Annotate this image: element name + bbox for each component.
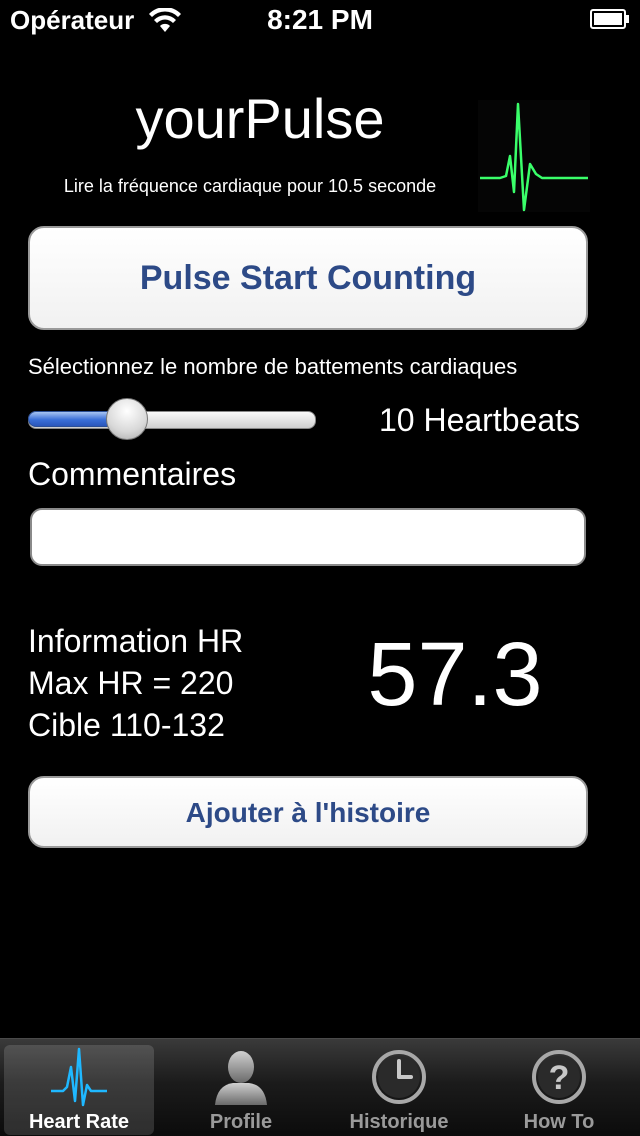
ecg-logo-icon	[478, 100, 590, 212]
comments-input[interactable]	[30, 508, 586, 566]
tab-how-to[interactable]: ? How To	[484, 1045, 634, 1135]
screen: Opérateur 8:21 PM yourPulse Lire la fréq…	[0, 0, 640, 1136]
heartbeats-value: 10 Heartbeats	[378, 402, 580, 438]
status-bar: Opérateur 8:21 PM	[0, 0, 640, 40]
add-to-history-button[interactable]: Ajouter à l'histoire	[28, 776, 588, 848]
comments-label: Commentaires	[28, 456, 237, 492]
tab-heart-rate[interactable]: Heart Rate	[4, 1045, 154, 1135]
tab-label: Profile	[209, 1111, 273, 1133]
tab-bar: Heart Rate Profile Historique ? How To	[0, 1038, 640, 1136]
question-icon: ?	[532, 1050, 586, 1104]
app-subtitle: Lire la fréquence cardiaque pour 10.5 se…	[63, 176, 437, 196]
tab-label: Historique	[349, 1111, 449, 1133]
tab-historique[interactable]: Historique	[324, 1045, 474, 1135]
heartbeats-label: Sélectionnez le nombre de battements car…	[28, 354, 518, 379]
target-hr-text: Cible 110-132	[28, 707, 225, 743]
tab-label: How To	[523, 1111, 595, 1133]
clock-icon	[372, 1050, 426, 1104]
battery-icon	[590, 9, 629, 29]
svg-text:?: ?	[549, 1059, 570, 1097]
max-hr-text: Max HR = 220	[28, 665, 234, 701]
slider-thumb[interactable]	[106, 398, 148, 440]
hr-info: Information HR Max HR = 220 Cible 110-13…	[28, 620, 243, 746]
app-title: yourPulse	[135, 87, 385, 150]
heart-rate-icon	[51, 1047, 107, 1107]
clock-time: 8:21 PM	[267, 4, 373, 35]
tab-label: Heart Rate	[28, 1111, 130, 1133]
heart-rate-value: 57.3	[367, 625, 543, 725]
pulse-start-button[interactable]: Pulse Start Counting	[28, 226, 588, 330]
person-icon	[215, 1051, 267, 1105]
tab-profile[interactable]: Profile	[166, 1045, 316, 1135]
hr-info-title: Information HR	[28, 623, 244, 659]
heartbeats-slider[interactable]	[28, 398, 316, 442]
